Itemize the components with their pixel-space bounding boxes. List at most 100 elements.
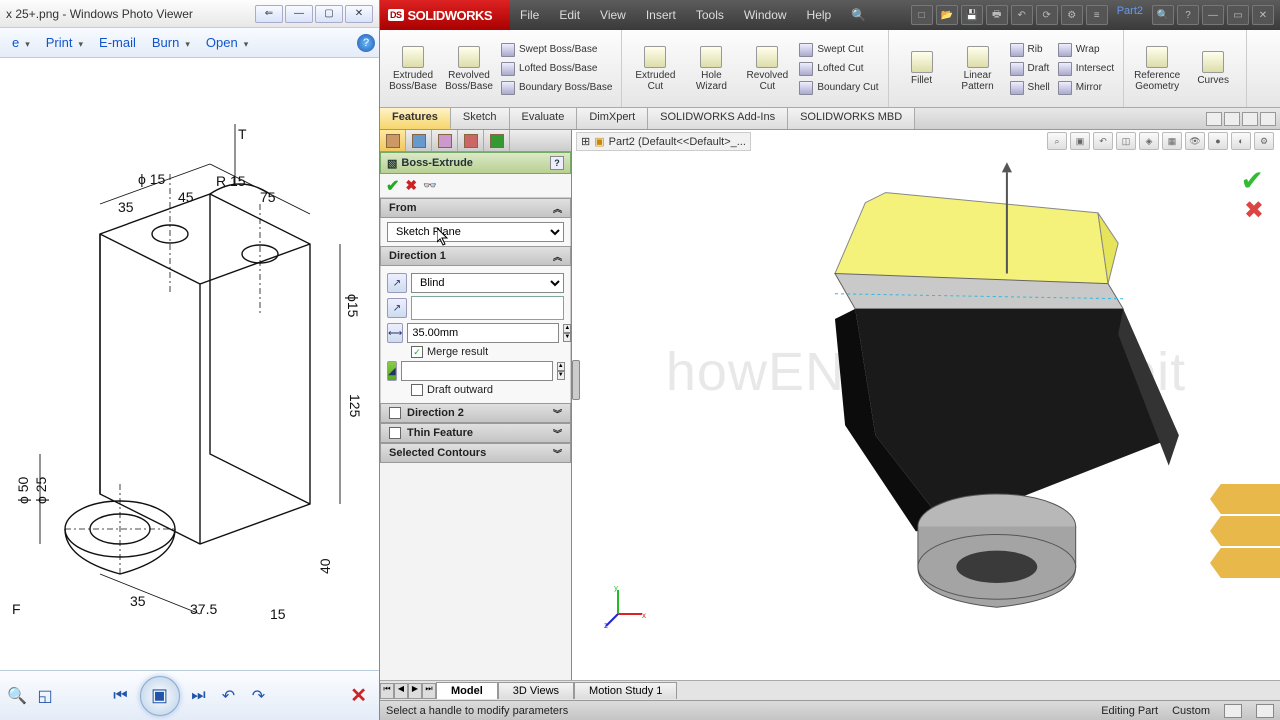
- thin-feature-header[interactable]: Thin Feature︾: [380, 423, 571, 443]
- lofted-cut-button[interactable]: Lofted Cut: [796, 61, 881, 77]
- tab-addins[interactable]: SOLIDWORKS Add-Ins: [648, 108, 788, 129]
- print-menu[interactable]: Print: [38, 31, 91, 54]
- doc-minimize[interactable]: [1242, 112, 1258, 126]
- sw-minimize-button[interactable]: —: [1202, 5, 1224, 25]
- help-button[interactable]: ?: [357, 34, 375, 52]
- btab-next[interactable]: ▶: [408, 683, 422, 699]
- open-menu[interactable]: Open: [198, 31, 256, 54]
- close-button[interactable]: ✕: [345, 5, 373, 23]
- ok-button[interactable]: ✔: [386, 176, 399, 196]
- from-select[interactable]: Sketch Plane: [387, 222, 564, 242]
- cancel-button[interactable]: ✖: [405, 177, 417, 194]
- menu-tools[interactable]: Tools: [686, 8, 734, 22]
- slideshow-button[interactable]: ▣: [140, 676, 180, 716]
- 3dviews-tab[interactable]: 3D Views: [498, 682, 574, 699]
- draft-angle-input[interactable]: [401, 361, 553, 381]
- tab-features[interactable]: Features: [380, 108, 451, 129]
- delete-button[interactable]: ✕: [350, 683, 367, 708]
- sw-restore-button[interactable]: ▭: [1227, 5, 1249, 25]
- lofted-boss-button[interactable]: Lofted Boss/Base: [498, 61, 615, 77]
- options-button[interactable]: ⚙: [1061, 5, 1083, 25]
- reverse-direction-button[interactable]: ↗: [387, 273, 407, 293]
- orientation-triad[interactable]: x y z: [604, 586, 646, 628]
- tab-dimxpert[interactable]: DimXpert: [577, 108, 648, 129]
- menu-help[interactable]: Help: [797, 8, 842, 22]
- next-image-button[interactable]: ⏭: [188, 685, 210, 707]
- merge-result-checkbox[interactable]: ✓Merge result: [411, 346, 564, 358]
- layout-button-1[interactable]: [1206, 112, 1222, 126]
- curves-button[interactable]: Curves: [1186, 32, 1240, 105]
- maximize-button[interactable]: ▢: [315, 5, 343, 23]
- swept-boss-button[interactable]: Swept Boss/Base: [498, 42, 615, 58]
- shell-button[interactable]: Shell: [1007, 80, 1053, 96]
- tab-mbd[interactable]: SOLIDWORKS MBD: [788, 108, 915, 129]
- menu-edit[interactable]: Edit: [549, 8, 590, 22]
- sw-help-button[interactable]: ?: [1177, 5, 1199, 25]
- direction2-header[interactable]: Direction 2︾: [380, 403, 571, 423]
- save-button[interactable]: 💾: [961, 5, 983, 25]
- tab-sketch[interactable]: Sketch: [451, 108, 510, 129]
- open-button[interactable]: 📂: [936, 5, 958, 25]
- direction-selection-box[interactable]: [411, 296, 564, 320]
- feature-tree-tab[interactable]: [380, 130, 406, 151]
- config-tab[interactable]: [432, 130, 458, 151]
- email-button[interactable]: E-mail: [91, 31, 144, 54]
- from-section-header[interactable]: From︽: [380, 198, 571, 218]
- menu-window[interactable]: Window: [734, 8, 797, 22]
- wpv-prev-window-button[interactable]: ⇐: [255, 5, 283, 23]
- status-btn-1[interactable]: [1224, 704, 1242, 718]
- magnify-icon[interactable]: 🔍: [6, 685, 28, 707]
- rotate-cw-button[interactable]: ↷: [248, 685, 270, 707]
- tab-evaluate[interactable]: Evaluate: [510, 108, 578, 129]
- panel-resize-handle[interactable]: [572, 360, 580, 400]
- btab-first[interactable]: ⏮: [380, 683, 394, 699]
- doc-close[interactable]: [1260, 112, 1276, 126]
- menu-insert[interactable]: Insert: [636, 8, 686, 22]
- rotate-ccw-button[interactable]: ↶: [218, 685, 240, 707]
- btab-prev[interactable]: ◀: [394, 683, 408, 699]
- undo-button[interactable]: ↶: [1011, 5, 1033, 25]
- revolved-boss-button[interactable]: Revolved Boss/Base: [442, 32, 496, 105]
- settings-button[interactable]: ≡: [1086, 5, 1108, 25]
- display-tab[interactable]: [484, 130, 510, 151]
- fillet-button[interactable]: Fillet: [895, 32, 949, 105]
- status-units[interactable]: Custom: [1172, 705, 1210, 717]
- swept-cut-button[interactable]: Swept Cut: [796, 42, 881, 58]
- search-icon[interactable]: 🔍: [841, 8, 876, 22]
- menu-view[interactable]: View: [590, 8, 636, 22]
- boundary-boss-button[interactable]: Boundary Boss/Base: [498, 80, 615, 96]
- extruded-cut-button[interactable]: Extruded Cut: [628, 32, 682, 105]
- sw-close-button[interactable]: ✕: [1252, 5, 1274, 25]
- rib-button[interactable]: Rib: [1007, 42, 1053, 58]
- boundary-cut-button[interactable]: Boundary Cut: [796, 80, 881, 96]
- reference-geometry-button[interactable]: Reference Geometry: [1130, 32, 1184, 105]
- wrap-button[interactable]: Wrap: [1055, 42, 1117, 58]
- draft-button[interactable]: Draft: [1007, 61, 1053, 77]
- draft-outward-checkbox[interactable]: Draft outward: [411, 384, 564, 396]
- selected-contours-header[interactable]: Selected Contours︾: [380, 443, 571, 463]
- dim-tab[interactable]: [458, 130, 484, 151]
- search-button[interactable]: 🔍: [1152, 5, 1174, 25]
- photo-canvas[interactable]: T ϕ 15 R 15 35 45 75 ϕ15 125 ϕ 50 ϕ 25 3…: [0, 58, 379, 670]
- print-button[interactable]: 🖶: [986, 5, 1008, 25]
- minimize-button[interactable]: —: [285, 5, 313, 23]
- burn-menu[interactable]: Burn: [144, 31, 198, 54]
- draft-button-icon[interactable]: ◢: [387, 361, 397, 381]
- rebuild-button[interactable]: ⟳: [1036, 5, 1058, 25]
- extruded-boss-button[interactable]: Extruded Boss/Base: [386, 32, 440, 105]
- detailed-preview-button[interactable]: 👓: [423, 179, 439, 193]
- depth-input[interactable]: [407, 323, 559, 343]
- graphics-viewport[interactable]: ⊞ ▣ Part2 (Default<<Default>_... ⌕ ▣ ↶ ◫…: [572, 130, 1280, 680]
- hole-wizard-button[interactable]: Hole Wizard: [684, 32, 738, 105]
- linear-pattern-button[interactable]: Linear Pattern: [951, 32, 1005, 105]
- mirror-button[interactable]: Mirror: [1055, 80, 1117, 96]
- motion-study-tab[interactable]: Motion Study 1: [574, 682, 677, 699]
- fit-icon[interactable]: ◱: [34, 685, 56, 707]
- depth-spinner[interactable]: ▲▼: [563, 324, 571, 342]
- model-tab[interactable]: Model: [436, 682, 498, 699]
- pm-help-button[interactable]: ?: [550, 156, 564, 170]
- property-tab[interactable]: [406, 130, 432, 151]
- file-menu[interactable]: e: [4, 31, 38, 54]
- draft-spinner[interactable]: ▲▼: [557, 362, 565, 380]
- direction-vector-button[interactable]: ↗: [387, 298, 407, 318]
